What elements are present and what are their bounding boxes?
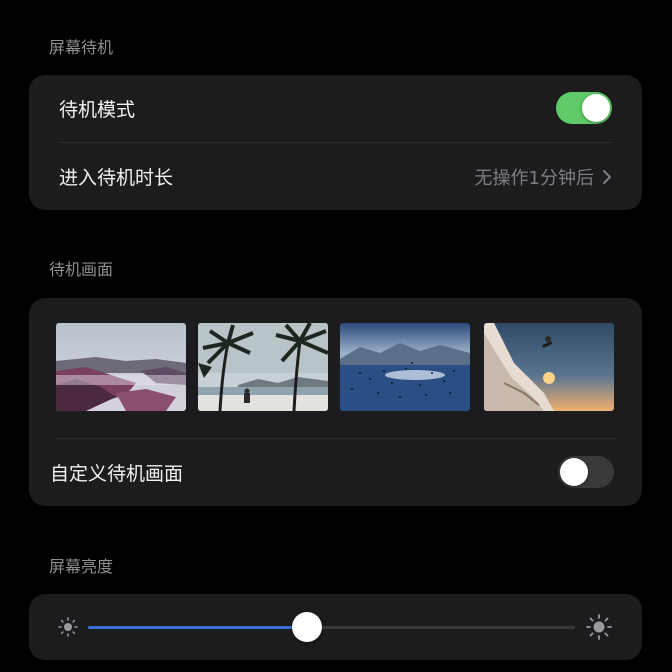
toggle-knob (582, 94, 610, 122)
wallpaper-palm-beach[interactable] (198, 323, 328, 411)
toggle-knob (560, 458, 588, 486)
sun-large-icon (586, 614, 612, 640)
chevron-right-icon (603, 169, 611, 184)
section-title-brightness: 屏幕亮度 (49, 557, 114, 576)
wallpaper-snowboarder[interactable] (484, 323, 614, 411)
section-title-standby: 屏幕待机 (49, 38, 114, 57)
custom-standby-screen-row: 自定义待机画面 (29, 439, 642, 506)
standby-mode-toggle[interactable] (556, 92, 612, 124)
standby-mode-row: 待机模式 (29, 75, 642, 142)
standby-duration-selector[interactable]: 无操作1分钟后 (475, 164, 612, 190)
wallpaper-lake-birds[interactable] (340, 323, 470, 411)
standby-duration-label: 进入待机时长 (59, 167, 174, 189)
standby-mode-label: 待机模式 (59, 99, 136, 121)
standby-screen-card: 自定义待机画面 (29, 298, 642, 506)
slider-knob[interactable] (292, 612, 323, 642)
standby-duration-row[interactable]: 进入待机时长 无操作1分钟后 (29, 143, 642, 210)
brightness-card (29, 594, 642, 660)
standby-duration-value: 无操作1分钟后 (474, 167, 594, 189)
wallpaper-rocky-coast[interactable] (56, 323, 186, 411)
section-title-standby-screen: 待机画面 (49, 260, 114, 279)
standby-card: 待机模式 进入待机时长 无操作1分钟后 (29, 75, 642, 210)
sun-small-icon (58, 617, 78, 637)
custom-standby-screen-toggle[interactable] (558, 456, 614, 488)
custom-standby-screen-label: 自定义待机画面 (50, 463, 184, 485)
slider-fill (88, 626, 308, 629)
standby-settings-page: 屏幕待机 待机模式 进入待机时长 无操作1分钟后 待机画面 自定义待机画面 屏幕… (0, 0, 672, 672)
